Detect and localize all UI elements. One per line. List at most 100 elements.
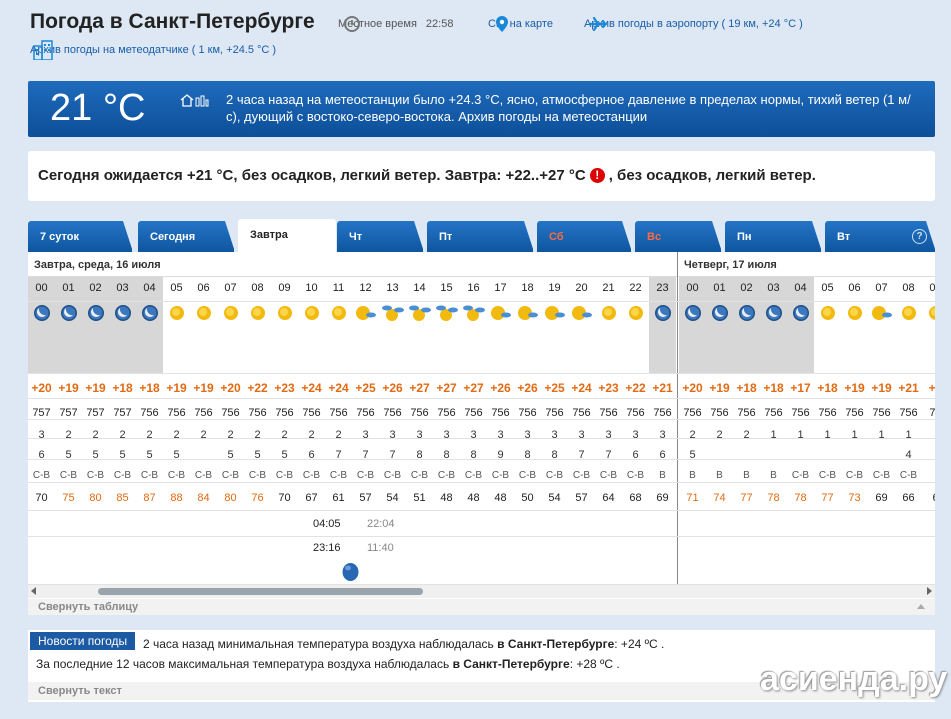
- scroll-left-arrow[interactable]: [31, 587, 36, 595]
- current-description[interactable]: 2 часа назад на метеостанции было +24.3 …: [226, 91, 916, 125]
- clear-night-icon: [82, 304, 109, 326]
- temperature-cell: +18: [139, 381, 160, 395]
- table-scrollbar[interactable]: [28, 584, 935, 598]
- pressure-cell: 756: [764, 407, 783, 419]
- pressure-cell: 756: [491, 407, 510, 419]
- wind-direction-cell: С-В: [113, 470, 132, 481]
- scroll-thumb[interactable]: [98, 588, 423, 595]
- wind-gust-cell: 5: [281, 449, 288, 461]
- pressure-cell: 756: [356, 407, 375, 419]
- temperature-cell: +18: [817, 381, 838, 395]
- pressure-cell: 756: [194, 407, 213, 419]
- clear-night-icon: [679, 304, 706, 326]
- temperature-cell: +21: [652, 381, 673, 395]
- sun-cloud-icon: [514, 304, 541, 326]
- wind-direction-cell: С-В: [32, 470, 51, 481]
- tab-notch: [622, 221, 632, 252]
- wind-direction-cell: С-В: [221, 470, 240, 481]
- row-separator: [28, 482, 935, 483]
- tab-7[interactable]: Пн: [725, 221, 822, 252]
- humidity-cell: 48: [494, 492, 507, 504]
- scroll-right-arrow[interactable]: [927, 587, 932, 595]
- hour-cell: 05: [170, 282, 183, 294]
- day1-header: Завтра, среда, 16 июля: [28, 252, 677, 277]
- sun-cloud-icon: [352, 304, 379, 326]
- pressure-cell: 756: [167, 407, 186, 419]
- wind-gust-cell: 8: [416, 449, 423, 461]
- wind-speed-cell: 3: [605, 429, 612, 441]
- tab-2[interactable]: Завтра: [238, 219, 336, 252]
- wind-gust-cell: 5: [146, 449, 153, 461]
- current-weather-box: 21 °C 2 часа назад на метеостанции было …: [28, 81, 935, 137]
- temperature-cell: +19: [166, 381, 187, 395]
- sun-icon: [271, 304, 298, 326]
- hour-cell: 03: [767, 282, 780, 294]
- row-separator: [28, 373, 935, 374]
- clear-night-icon: [109, 304, 136, 326]
- tab-8[interactable]: Вт?: [825, 221, 936, 252]
- wind-gust-cell: 6: [308, 449, 315, 461]
- hour-cell: 19: [548, 282, 561, 294]
- watermark-logo: асиенда.ру: [760, 660, 948, 698]
- hour-cell: 10: [305, 282, 318, 294]
- wind-direction-cell: В: [659, 470, 666, 481]
- wind-direction-cell: С-В: [356, 470, 375, 481]
- pressure-cell: 756: [329, 407, 348, 419]
- tab-4[interactable]: Пт: [427, 221, 534, 252]
- wind-gust-cell: 4: [905, 449, 912, 461]
- pressure-cell: 756: [518, 407, 537, 419]
- humidity-cell: 69: [656, 492, 669, 504]
- wind-direction-cell: В: [689, 470, 696, 481]
- tab-5[interactable]: Сб: [537, 221, 632, 252]
- hour-cell: 05: [821, 282, 834, 294]
- hour-cell: 03: [116, 282, 129, 294]
- humidity-cell: 84: [197, 492, 210, 504]
- sun-icon: [244, 304, 271, 326]
- pressure-cell: 756: [653, 407, 672, 419]
- moon-phase-icon: [342, 562, 359, 585]
- map-link[interactable]: См. на карте: [488, 16, 553, 32]
- pressure-cell: 757: [113, 407, 132, 419]
- temperature-cell: +25: [544, 381, 565, 395]
- pressure-cell: 756: [737, 407, 756, 419]
- sun-icon: [622, 304, 649, 326]
- help-icon[interactable]: ?: [912, 229, 927, 244]
- wind-speed-cell: 2: [146, 429, 153, 441]
- tab-0[interactable]: 7 суток: [28, 221, 133, 252]
- wind-direction-cell: В: [716, 470, 723, 481]
- wind-direction-cell: С-В: [275, 470, 294, 481]
- wind-gust-cell: 7: [578, 449, 585, 461]
- temperature-cell: +21: [898, 381, 919, 395]
- tab-3[interactable]: Чт: [337, 221, 424, 252]
- wind-gust-cell: 8: [524, 449, 531, 461]
- humidity-cell: 87: [143, 492, 156, 504]
- sensor-archive-link[interactable]: Архив погоды на метеодатчике ( 1 км, +24…: [30, 40, 276, 60]
- wind-speed-cell: 3: [38, 429, 45, 441]
- tab-notch: [414, 221, 424, 252]
- day-tabs: 7 суток Сегодня Завтра Чт Пт Сб Вс Пн Вт?: [28, 219, 936, 252]
- airport-archive-link[interactable]: Архив погоды в аэропорту ( 19 км, +24 °C…: [584, 17, 803, 31]
- hour-cell: 21: [602, 282, 615, 294]
- temperature-cell: +19: [871, 381, 892, 395]
- wind-gust-cell: 7: [605, 449, 612, 461]
- warning-icon[interactable]: !: [589, 168, 605, 183]
- wind-speed-cell: 3: [659, 429, 666, 441]
- clear-night-icon: [733, 304, 760, 326]
- tab-6[interactable]: Вс: [635, 221, 722, 252]
- row-separator: [28, 301, 935, 302]
- humidity-cell: 77: [821, 492, 834, 504]
- wind-gust-cell: 5: [227, 449, 234, 461]
- collapse-table-button[interactable]: Свернуть таблицу: [28, 599, 935, 615]
- wind-direction-cell: С-В: [572, 470, 591, 481]
- hourly-forecast-table: Завтра, среда, 16 июля Четверг, 17 июля …: [28, 252, 935, 615]
- wind-speed-cell: 2: [254, 429, 261, 441]
- humidity-cell: 69: [875, 492, 888, 504]
- clock-icon: [338, 13, 365, 35]
- wind-speed-cell: 2: [308, 429, 315, 441]
- news-tag[interactable]: Новости погоды: [30, 632, 136, 650]
- forecast-summary-box: Сегодня ожидается +21 °C, без осадков, л…: [28, 151, 935, 201]
- temperature-cell: +24: [301, 381, 322, 395]
- tab-1[interactable]: Сегодня: [138, 221, 235, 252]
- row-separator: [28, 398, 935, 399]
- humidity-cell: 73: [848, 492, 861, 504]
